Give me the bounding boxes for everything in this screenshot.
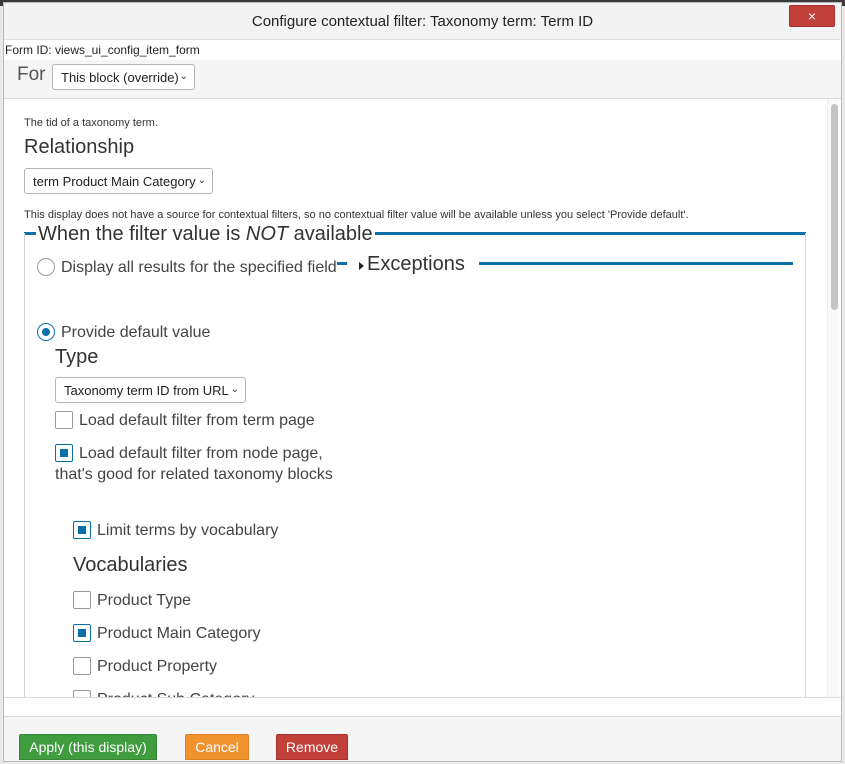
fieldset-right-border [805, 233, 806, 697]
modal-dialog: Configure contextual filter: Taxonomy te… [3, 2, 842, 762]
form-id-bar: Form ID: views_ui_config_item_form [4, 40, 841, 60]
cancel-button[interactable]: Cancel [185, 734, 249, 760]
exceptions-border-left [337, 262, 347, 265]
exceptions-toggle[interactable]: Exceptions [367, 253, 465, 276]
legend-text-before: When the filter value is [38, 223, 246, 245]
for-display-select-value: This block (override) [61, 70, 179, 85]
no-source-notice: This display does not have a source for … [24, 209, 689, 221]
remove-button[interactable]: Remove [276, 734, 348, 760]
for-label: For [17, 64, 46, 85]
type-select-value: Taxonomy term ID from URL [64, 383, 229, 398]
vocab-label-product-property[interactable]: Product Property [97, 656, 217, 677]
for-display-select[interactable]: This block (override) ⌄ [52, 64, 195, 90]
limit-terms-label[interactable]: Limit terms by vocabulary [97, 520, 278, 541]
term-page-checkbox[interactable] [55, 411, 73, 429]
form-id-text: Form ID: views_ui_config_item_form [5, 43, 200, 57]
chevron-down-icon: ⌄ [179, 71, 188, 82]
field-description: The tid of a taxonomy term. [24, 117, 158, 129]
legend-text-after: available [288, 223, 373, 245]
chevron-down-icon: ⌄ [230, 384, 239, 395]
vocab-checkbox-product-main-category[interactable] [73, 624, 91, 642]
caret-right-icon [359, 262, 364, 270]
limit-terms-checkbox[interactable] [73, 521, 91, 539]
vocabularies-heading: Vocabularies [73, 554, 188, 576]
apply-button[interactable]: Apply (this display) [19, 734, 157, 760]
vocab-label-product-type[interactable]: Product Type [97, 590, 191, 611]
vocab-checkbox-product-property[interactable] [73, 657, 91, 675]
exceptions-border-right [479, 262, 793, 265]
form-content[interactable]: The tid of a taxonomy term. Relationship… [4, 99, 841, 697]
dialog-titlebar: Configure contextual filter: Taxonomy te… [4, 3, 841, 40]
content-scrollbar[interactable] [827, 99, 839, 697]
type-select[interactable]: Taxonomy term ID from URL ⌄ [55, 377, 246, 403]
term-page-label[interactable]: Load default filter from term page [79, 410, 315, 431]
for-display-bar: For This block (override) ⌄ [4, 60, 841, 99]
vocab-label-product-sub-category[interactable]: Product Sub Category [97, 689, 254, 697]
close-button[interactable]: × [789, 5, 835, 27]
relationship-heading: Relationship [24, 136, 135, 158]
relationship-select-value: term Product Main Category [33, 174, 196, 189]
vocab-checkbox-product-sub-category[interactable] [73, 690, 91, 697]
legend-text-emphasis: NOT [245, 223, 289, 245]
provide-default-radio[interactable] [37, 323, 55, 341]
type-heading: Type [55, 346, 99, 368]
provide-default-label[interactable]: Provide default value [61, 322, 210, 343]
vocab-label-product-main-category[interactable]: Product Main Category [97, 623, 261, 644]
dialog-title: Configure contextual filter: Taxonomy te… [251, 13, 594, 30]
node-page-label[interactable]: Load default filter from node page, that… [55, 443, 340, 485]
vocab-checkbox-product-type[interactable] [73, 591, 91, 609]
fieldset-legend: When the filter value is NOT available [36, 223, 375, 246]
close-icon: × [807, 8, 817, 24]
scrollbar-thumb[interactable] [831, 104, 838, 310]
relationship-select[interactable]: term Product Main Category ⌄ [24, 168, 213, 194]
chevron-down-icon: ⌄ [197, 175, 206, 186]
dialog-footer: Apply (this display) Cancel Remove [4, 697, 841, 761]
display-all-label[interactable]: Display all results for the specified fi… [37, 257, 337, 278]
footer-spacer [4, 697, 841, 717]
fieldset-left-border [24, 233, 25, 697]
